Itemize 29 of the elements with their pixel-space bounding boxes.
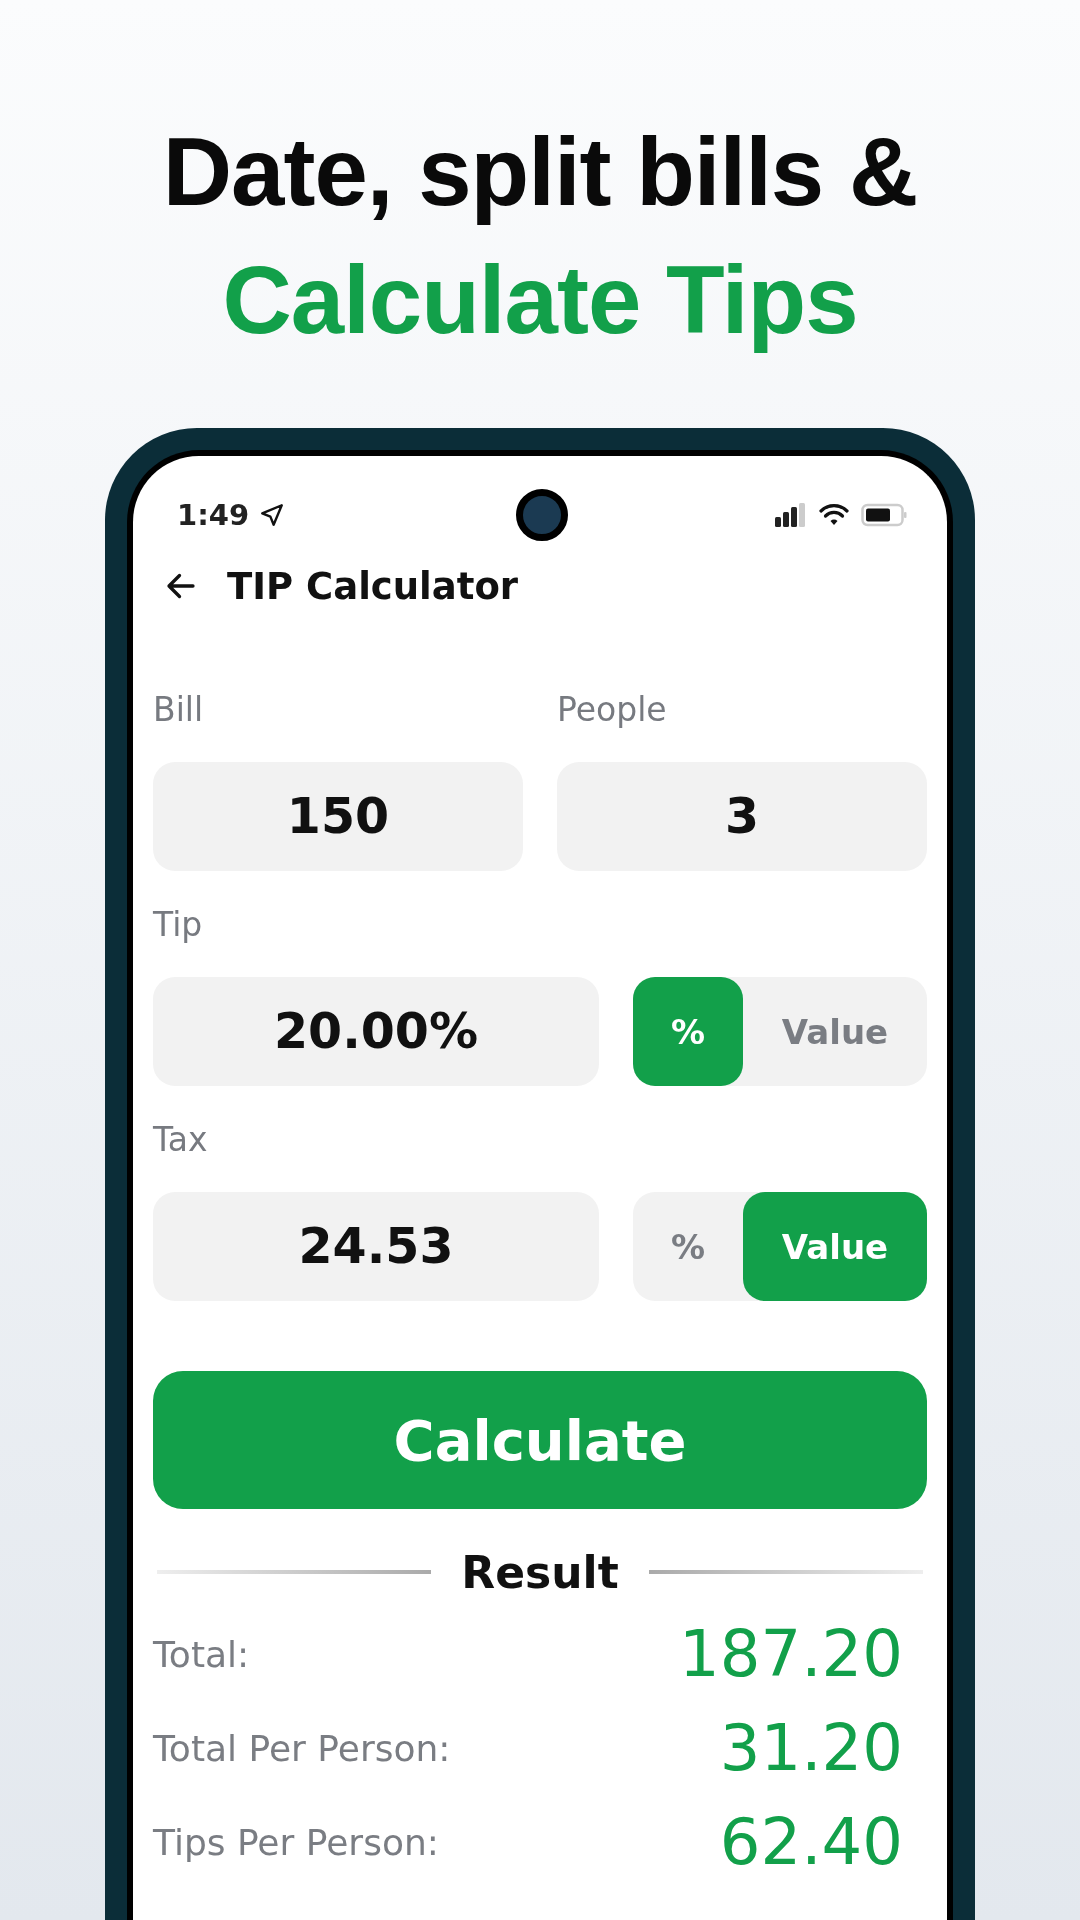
section-title: Result	[461, 1546, 619, 1598]
toggle-option[interactable]: %	[633, 977, 743, 1086]
headline-accent: Calculate Tips	[221, 245, 859, 355]
input-field[interactable]: 3	[557, 762, 927, 871]
input-field[interactable]: 24.53	[153, 1192, 599, 1301]
result-value: 31.20	[719, 1711, 903, 1785]
camera-hole	[516, 489, 568, 541]
field-label: Tip	[153, 905, 204, 946]
result-label: Tips Per Person:	[153, 1821, 439, 1863]
input-field[interactable]: 20.00%	[153, 977, 599, 1086]
field-label: Bill	[153, 690, 205, 731]
status-time: 1:49	[177, 498, 250, 532]
signal-icon	[775, 503, 807, 527]
input-field[interactable]: 150	[153, 762, 523, 871]
wifi-icon	[819, 503, 849, 527]
result-label: Total Per Person:	[153, 1727, 451, 1769]
field-label: Tax	[153, 1120, 209, 1161]
toggle-option[interactable]: Value	[743, 977, 927, 1086]
screen-title: TIP Calculator	[227, 564, 519, 608]
result-label: Total:	[153, 1633, 250, 1675]
toggle-option[interactable]: %	[633, 1192, 743, 1301]
battery-icon	[861, 503, 907, 527]
field-label: People	[557, 690, 668, 731]
result-value: 62.40	[719, 1805, 903, 1879]
toggle-option[interactable]: Value	[743, 1192, 927, 1301]
navigation-arrow-icon	[259, 502, 286, 528]
result-value: 187.20	[679, 1617, 903, 1691]
headline: Date, split bills &	[162, 117, 918, 227]
calculate-button[interactable]: Calculate	[153, 1371, 927, 1509]
